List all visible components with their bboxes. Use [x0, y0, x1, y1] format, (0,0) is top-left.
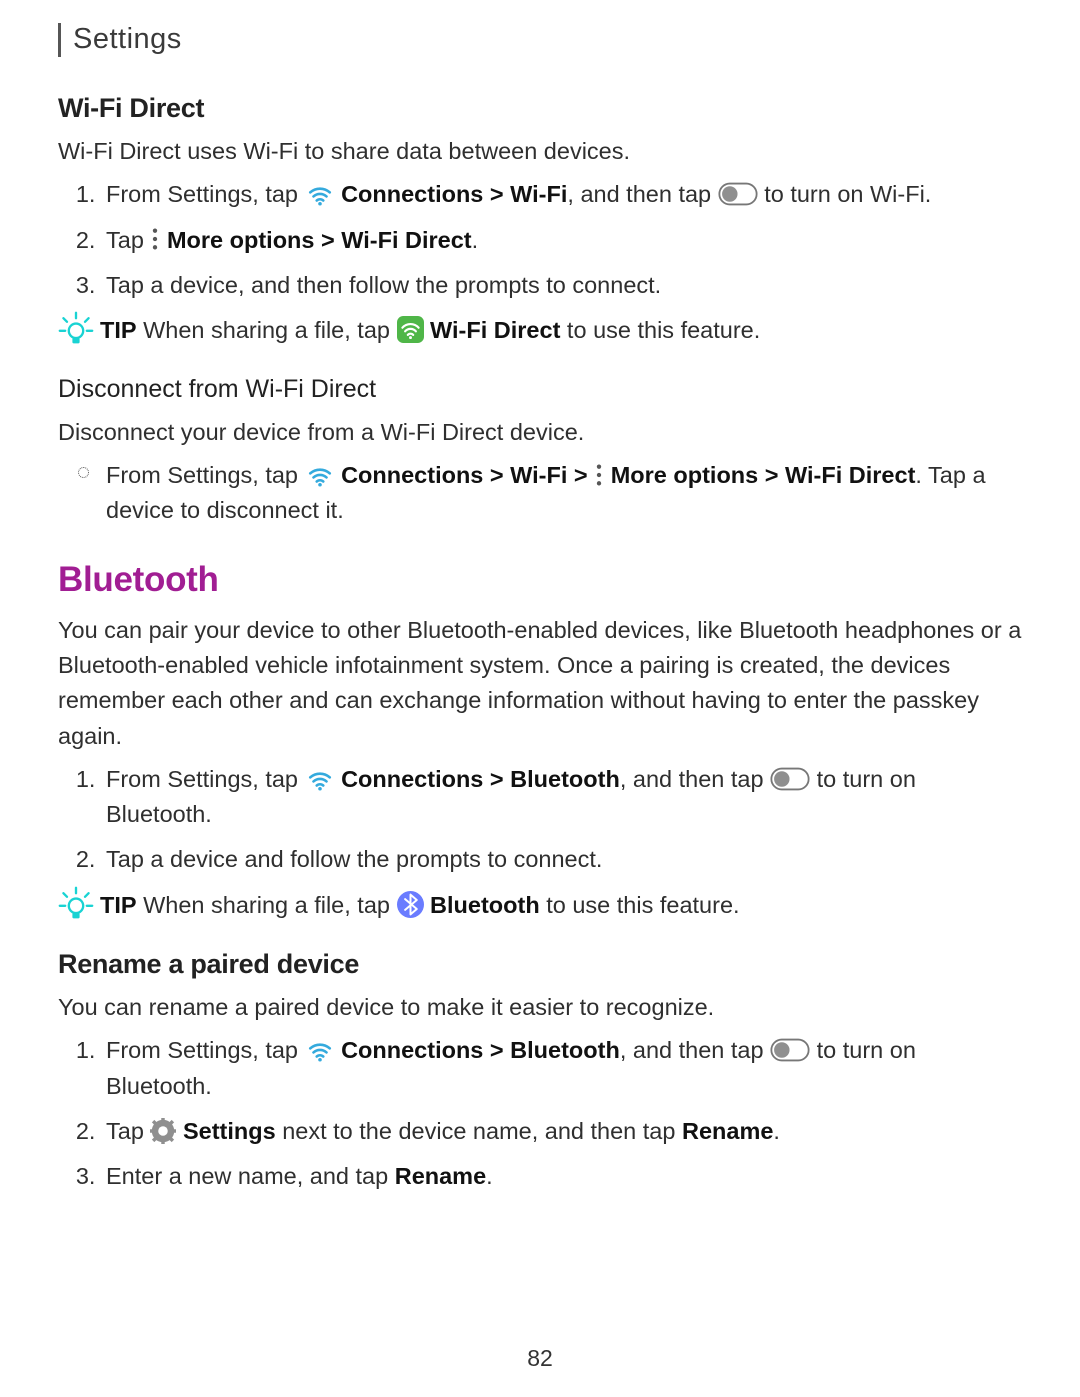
page-header: Settings [58, 18, 1022, 62]
lightbulb-icon [58, 886, 94, 922]
list-item: Tap Settings next to the device name, an… [102, 1114, 1022, 1149]
rename-intro: You can rename a paired device to make i… [58, 990, 1022, 1025]
wifi-icon [305, 462, 335, 488]
list-item: From Settings, tap Connections > Bluetoo… [102, 1033, 1022, 1104]
wifi-direct-badge-icon [397, 316, 424, 343]
bluetooth-intro: You can pair your device to other Blueto… [58, 613, 1022, 754]
toggle-icon [770, 767, 810, 791]
disconnect-intro: Disconnect your device from a Wi-Fi Dire… [58, 415, 1022, 450]
header-title: Settings [73, 18, 182, 62]
tip-wifi-direct: TIP When sharing a file, tap Wi-Fi Direc… [58, 313, 1022, 349]
list-item: From Settings, tap Connections > Bluetoo… [102, 762, 1022, 833]
bluetooth-heading: Bluetooth [58, 554, 1022, 607]
list-item: Tap More options > Wi-Fi Direct. [102, 223, 1022, 258]
lightbulb-icon [58, 311, 94, 347]
list-item: From Settings, tap Connections > Wi-Fi >… [102, 458, 1022, 529]
wifi-direct-intro: Wi-Fi Direct uses Wi-Fi to share data be… [58, 134, 1022, 169]
toggle-icon [718, 182, 758, 206]
list-item: Tap a device, and then follow the prompt… [102, 268, 1022, 303]
list-item: Tap a device and follow the prompts to c… [102, 842, 1022, 877]
wifi-direct-steps: From Settings, tap Connections > Wi-Fi, … [58, 177, 1022, 303]
rename-steps: From Settings, tap Connections > Bluetoo… [58, 1033, 1022, 1194]
list-item: Enter a new name, and tap Rename. [102, 1159, 1022, 1194]
wifi-direct-heading: Wi-Fi Direct [58, 88, 1022, 129]
disconnect-steps: From Settings, tap Connections > Wi-Fi >… [58, 458, 1022, 529]
more-options-icon [150, 227, 160, 251]
rename-heading: Rename a paired device [58, 944, 1022, 985]
page-number: 82 [0, 1341, 1080, 1376]
wifi-icon [305, 1037, 335, 1063]
wifi-icon [305, 766, 335, 792]
bluetooth-badge-icon [397, 891, 424, 918]
disconnect-heading: Disconnect from Wi-Fi Direct [58, 371, 1022, 409]
bluetooth-steps: From Settings, tap Connections > Bluetoo… [58, 762, 1022, 878]
gear-icon [150, 1118, 176, 1144]
header-rule [58, 23, 61, 57]
more-options-icon [594, 463, 604, 487]
wifi-icon [305, 181, 335, 207]
list-item: From Settings, tap Connections > Wi-Fi, … [102, 177, 1022, 212]
toggle-icon [770, 1038, 810, 1062]
tip-bluetooth: TIP When sharing a file, tap Bluetooth t… [58, 888, 1022, 924]
